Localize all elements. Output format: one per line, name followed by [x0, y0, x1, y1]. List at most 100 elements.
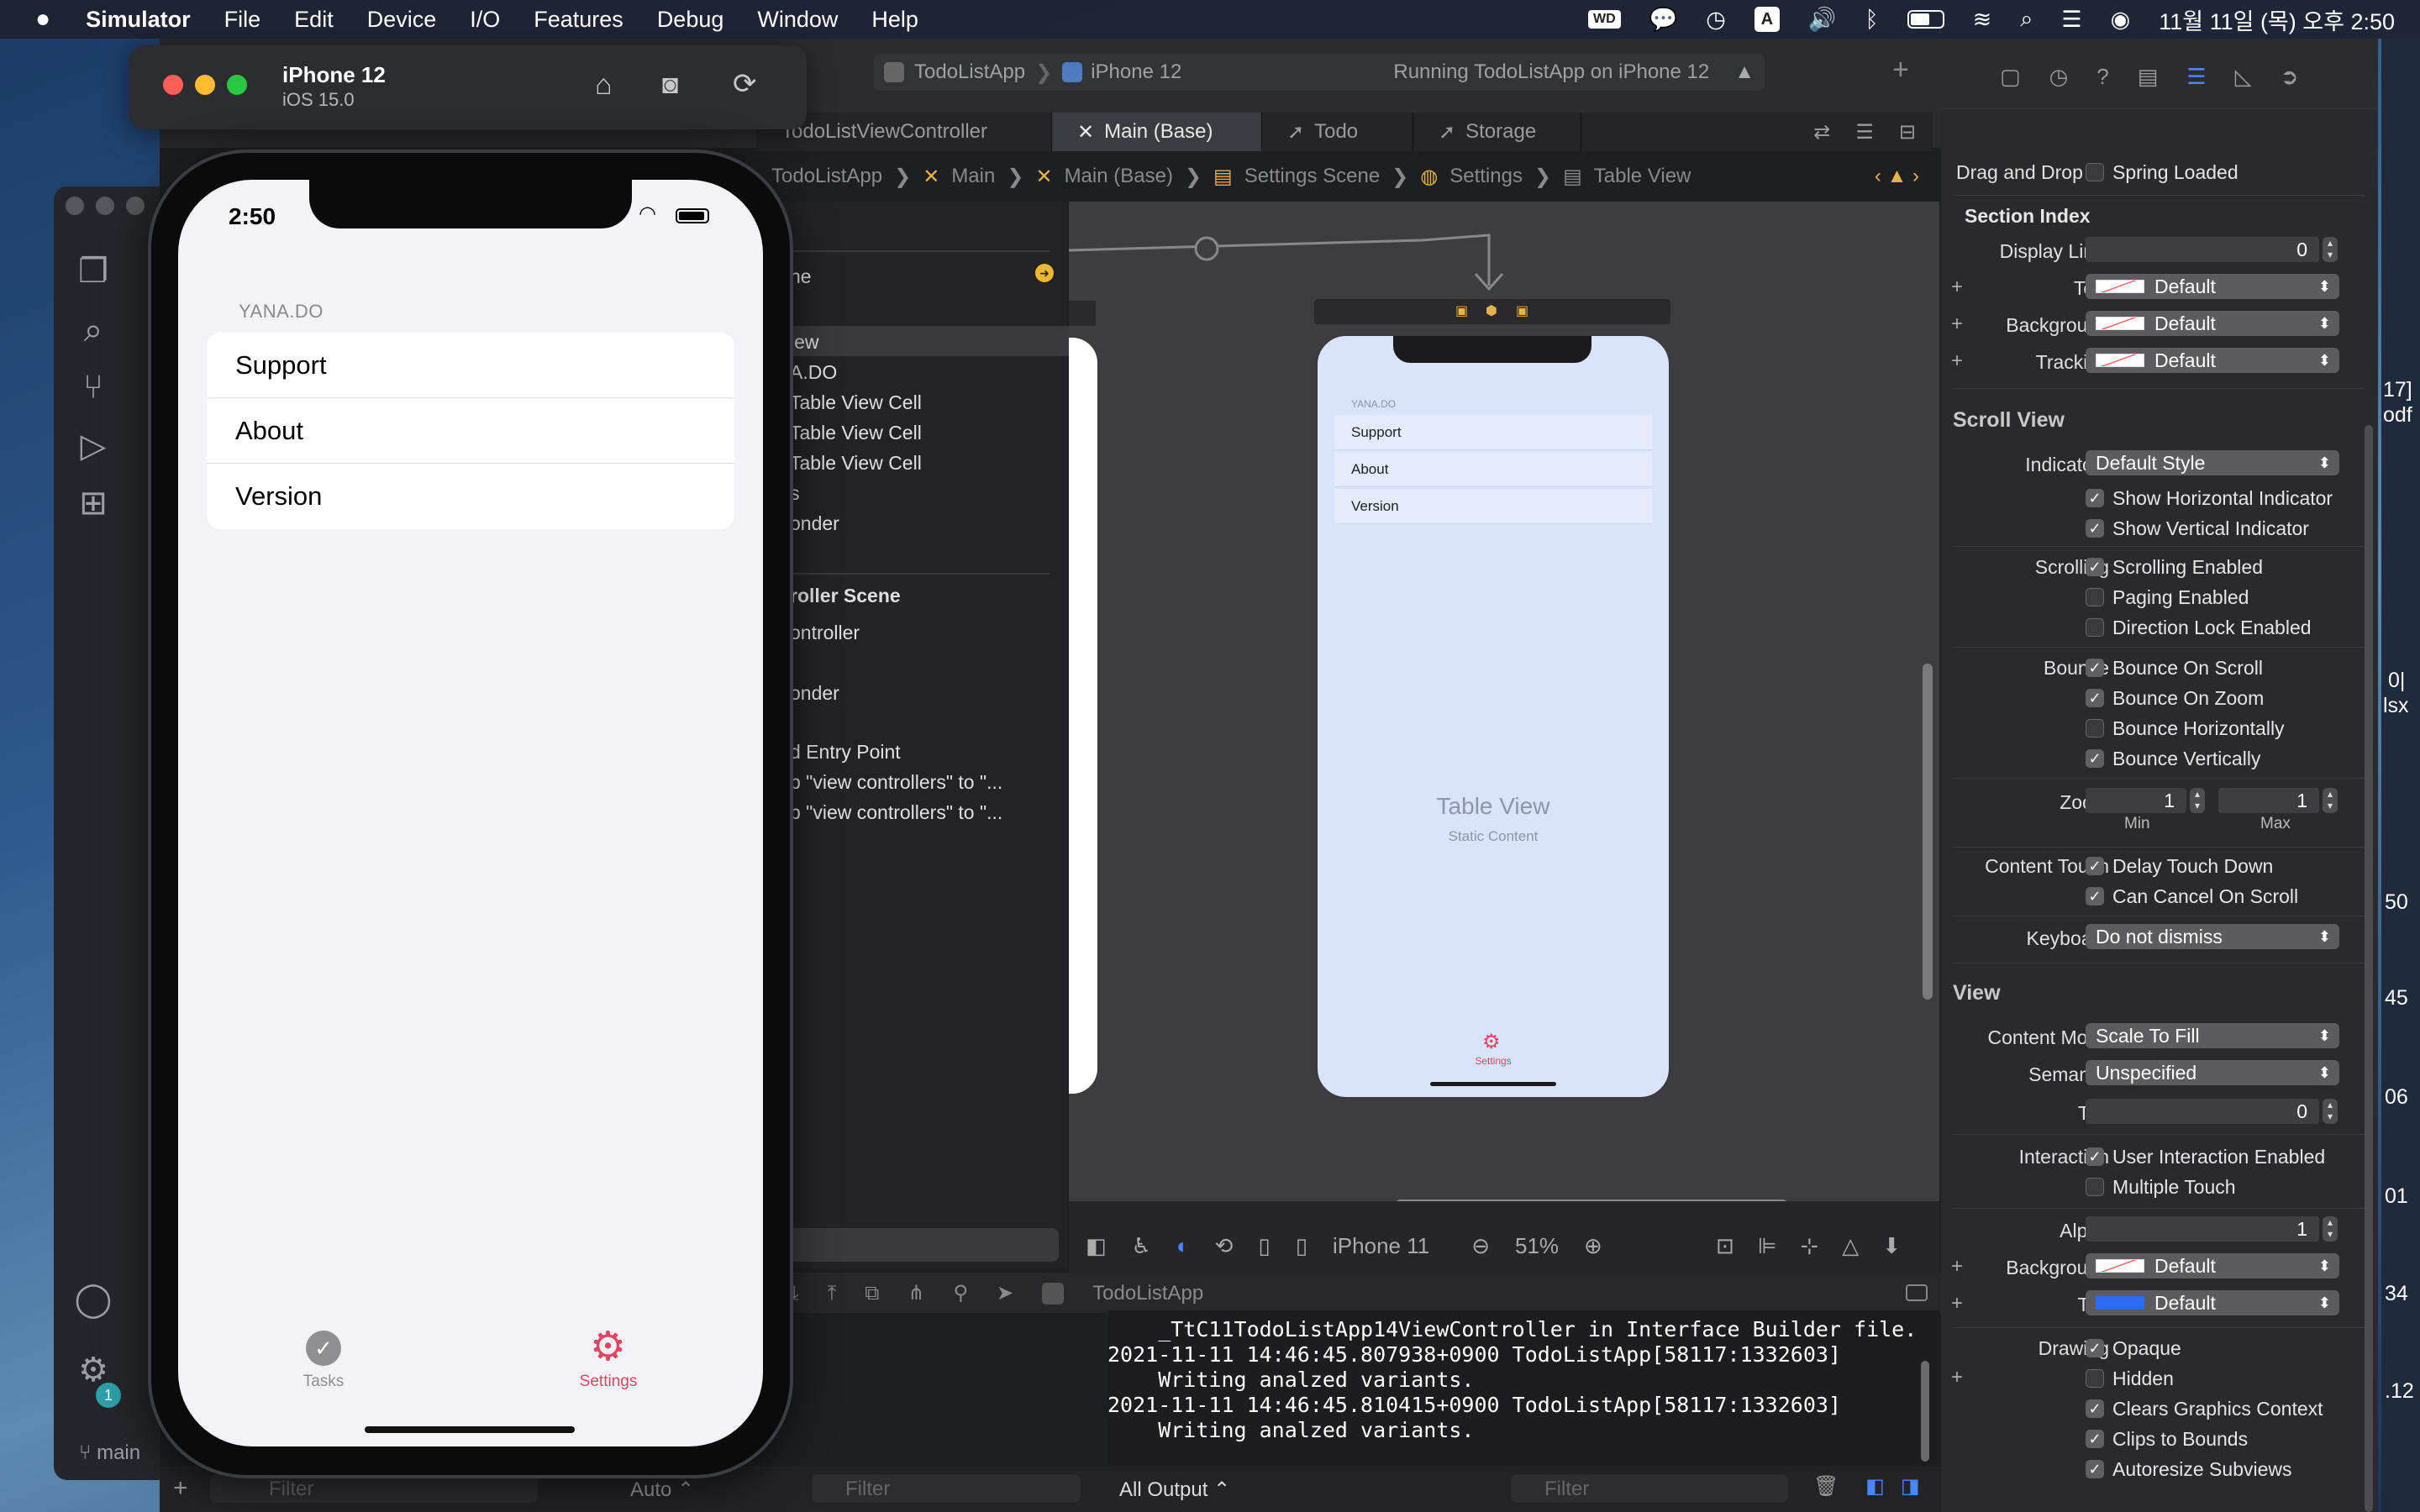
control-center-icon[interactable]: ☰ [2061, 7, 2081, 33]
output-selector[interactable]: All Output ⌃ [1119, 1478, 1230, 1502]
run-debug-icon[interactable]: ▷ [72, 425, 114, 467]
tint-popup[interactable]: Default ⬍ [2086, 1290, 2339, 1315]
mini-cell-support[interactable]: Support [1334, 415, 1652, 450]
bounce-on-scroll-checkbox[interactable]: ✓ [2086, 659, 2104, 677]
help-inspector-icon[interactable]: ? [2096, 64, 2108, 90]
zoom-min-stepper[interactable]: ▴ ▾ [2190, 788, 2205, 813]
breadcrumb-item[interactable]: Settings [1449, 165, 1523, 188]
zoom-max-stepper[interactable]: ▴ ▾ [2323, 788, 2338, 813]
can-cancel-on-scroll-checkbox[interactable]: ✓ [2086, 887, 2104, 906]
tag-stepper[interactable]: ▴ ▾ [2323, 1099, 2338, 1124]
split-editor-icon[interactable]: ⊟ [1899, 120, 1916, 144]
menu-io[interactable]: I/O [470, 7, 500, 33]
scheme-device[interactable]: iPhone 12 [1091, 60, 1181, 84]
support-cell[interactable]: Support [207, 333, 734, 398]
battery-icon[interactable] [1907, 10, 1944, 29]
siri-icon[interactable]: ◉ [2111, 7, 2131, 33]
add-variation-button[interactable]: + [1951, 1255, 1963, 1278]
delay-touch-down-checkbox[interactable]: ✓ [2086, 857, 2104, 875]
scene-dock[interactable]: ▣ ⬢ ▣ [1314, 299, 1670, 324]
outline-relationship[interactable]: p "view controllers" to "... [790, 771, 1002, 794]
input-source-icon[interactable]: A [1754, 7, 1780, 32]
first-responder-dock-icon[interactable]: ⬢ [1486, 302, 1497, 319]
tasks-tab-icon[interactable]: ✓ [306, 1331, 341, 1366]
menu-device[interactable]: Device [367, 7, 437, 33]
scene-preview-phone[interactable]: YANA.DO Support About Version Table View… [1316, 334, 1670, 1099]
keyboard-popup[interactable]: Do not dismiss ⬍ [2086, 924, 2339, 949]
notification-center-icon[interactable]: 💬 [1649, 6, 1678, 33]
environment-icon[interactable]: ⚲ [953, 1281, 968, 1305]
scheme-project[interactable]: TodoListApp [914, 60, 1025, 84]
outline-cell[interactable]: Table View Cell [790, 422, 922, 444]
align-icon[interactable]: ⊫ [1758, 1233, 1777, 1259]
vscode-minimize-button[interactable] [96, 197, 114, 215]
orientation-icon[interactable]: ⟲ [1215, 1233, 1234, 1259]
tasks-tab-label[interactable]: Tasks [273, 1373, 374, 1391]
view-background-popup[interactable]: Default ⬍ [2086, 1253, 2339, 1278]
add-button[interactable]: + [173, 1474, 188, 1503]
iphone-icon[interactable]: ▯ [1296, 1233, 1307, 1259]
menu-app-name[interactable]: Simulator [86, 7, 191, 33]
content-mode-popup[interactable]: Scale To Fill ⬍ [2086, 1023, 2339, 1048]
device-label[interactable]: iPhone 11 [1333, 1233, 1429, 1259]
refresh-icon[interactable]: ⇄ [1813, 120, 1830, 144]
menu-edit[interactable]: Edit [294, 7, 334, 33]
wifi-icon[interactable]: ≋ [1973, 7, 1992, 33]
settings-tab-icon[interactable]: ⚙ [590, 1324, 626, 1371]
outline-cell[interactable]: Table View Cell [790, 452, 922, 475]
breadcrumb-item[interactable]: Main (Base) [1065, 165, 1173, 188]
zoom-max-field[interactable]: 1 [2218, 788, 2319, 813]
file-inspector-icon[interactable]: ▢ [2000, 64, 2021, 90]
breadcrumb-item[interactable]: Table View [1594, 165, 1691, 188]
scrolling-enabled-checkbox[interactable]: ✓ [2086, 558, 2104, 576]
clears-graphics-context-checkbox[interactable]: ✓ [2086, 1399, 2104, 1418]
source-control-icon[interactable]: ⑂ [72, 366, 114, 408]
scene-arrow-icon[interactable]: ➜ [1035, 264, 1054, 282]
step-up-icon[interactable]: ⤒ [828, 1282, 837, 1305]
display-limit-field[interactable]: 0 [2086, 237, 2319, 262]
outline-first-responder[interactable]: onder [790, 512, 839, 535]
add-tab-button[interactable]: + [1892, 54, 1909, 87]
show-horizontal-indicator-checkbox[interactable]: ✓ [2086, 489, 2104, 507]
home-indicator[interactable] [365, 1426, 575, 1433]
direction-lock-checkbox[interactable] [2086, 618, 2104, 637]
bounce-vertically-checkbox[interactable]: ✓ [2086, 749, 2104, 768]
update-frames-icon[interactable]: ⊡ [1716, 1233, 1734, 1259]
spotlight-search-icon[interactable]: ⌕ [2020, 6, 2033, 33]
rotate-icon[interactable]: ⟳ [733, 67, 757, 101]
variables-filter[interactable]: Filter [812, 1474, 1081, 1503]
memory-graph-icon[interactable]: ⋔ [908, 1281, 924, 1305]
toggle-outline-icon[interactable]: ◧ [1086, 1233, 1107, 1259]
warning-icon[interactable]: ▲ [1734, 60, 1754, 84]
multiple-touch-checkbox[interactable] [2086, 1178, 2104, 1196]
issue-warning-icon[interactable]: ‹ ▲ › [1875, 165, 1919, 188]
scheme-activity-bar[interactable]: TodoListApp ❯ iPhone 12 Running TodoList… [874, 54, 1765, 91]
add-constraints-icon[interactable]: ⊹ [1800, 1233, 1818, 1259]
settings-tab-label[interactable]: Settings [558, 1373, 659, 1391]
debug-target[interactable]: TodoListApp [1092, 1282, 1203, 1305]
appearance-icon[interactable]: ◐ [1176, 1233, 1190, 1259]
outline-section[interactable]: A.DO [790, 361, 837, 384]
wd-drive-icon[interactable]: WD [1588, 10, 1621, 29]
close-button[interactable] [163, 75, 183, 95]
paging-enabled-checkbox[interactable] [2086, 588, 2104, 606]
resolve-issues-icon[interactable]: △ [1842, 1233, 1859, 1259]
editor-options-icon[interactable]: ☰ [1855, 120, 1874, 144]
text-color-popup[interactable]: Default ⬍ [2086, 274, 2339, 299]
apple-menu-icon[interactable]: ● [35, 5, 50, 34]
tab-todo[interactable]: ➚ Todo [1262, 113, 1413, 151]
adjacent-scene[interactable] [1069, 338, 1097, 1094]
indicators-popup[interactable]: Default Style ⬍ [2086, 450, 2339, 475]
spring-loaded-checkbox[interactable] [2086, 163, 2104, 181]
menu-debug[interactable]: Debug [657, 7, 724, 33]
hide-debug-area-icon[interactable] [1906, 1284, 1928, 1301]
outline-first-responder[interactable]: onder [790, 682, 839, 705]
tracking-color-popup[interactable]: Default ⬍ [2086, 348, 2339, 373]
history-inspector-icon[interactable]: ◷ [2049, 64, 2069, 90]
outline-entry-point[interactable]: d Entry Point [790, 741, 901, 764]
add-variation-button[interactable]: + [1951, 276, 1963, 299]
version-cell[interactable]: Version [207, 464, 734, 529]
home-icon[interactable]: ⌂ [595, 69, 613, 102]
trash-icon[interactable]: 🗑 [1813, 1474, 1839, 1499]
auto-selector[interactable]: Auto ⌃ [630, 1478, 694, 1502]
